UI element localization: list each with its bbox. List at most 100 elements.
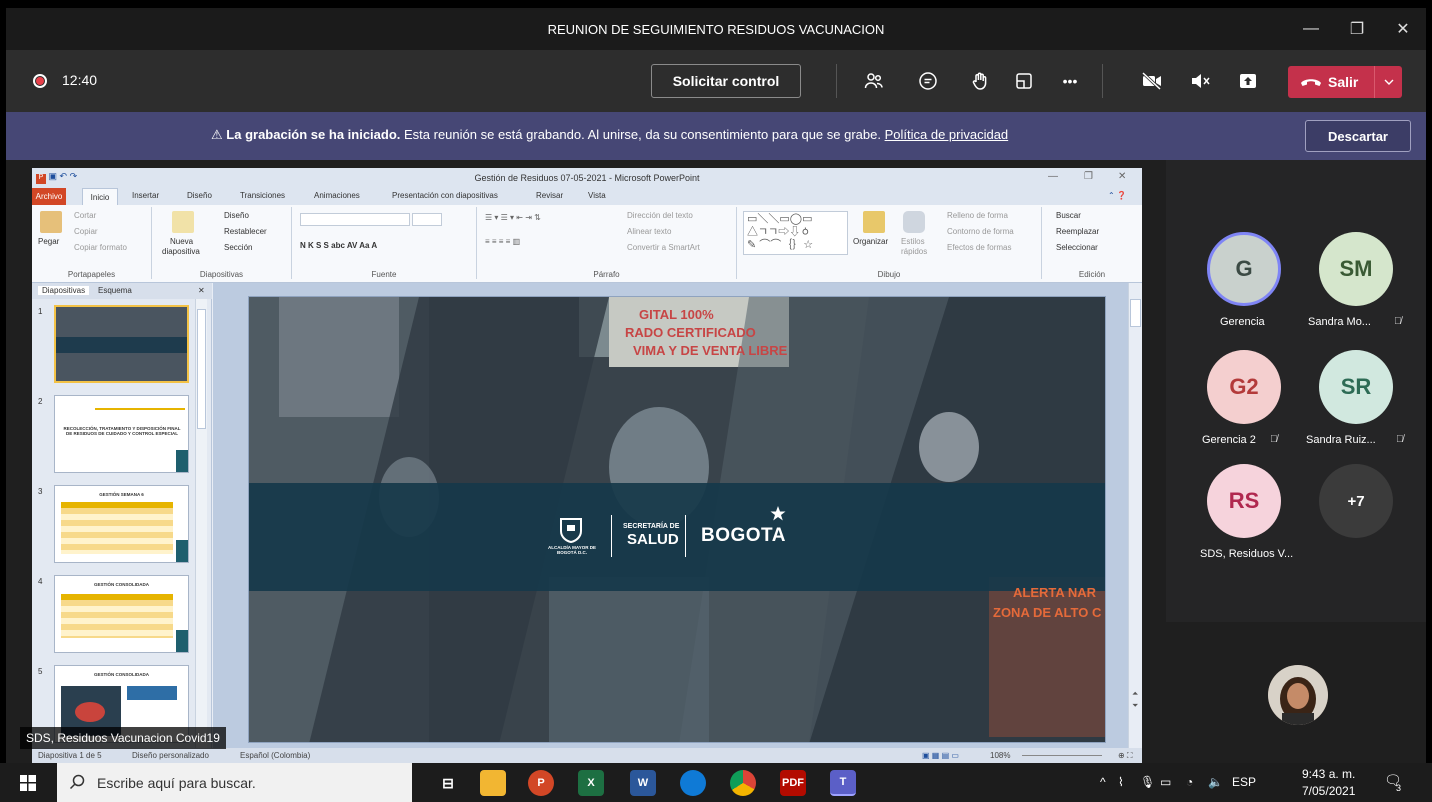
raise-hand-icon[interactable] [964, 65, 996, 97]
tab-animaciones[interactable]: Animaciones [314, 191, 360, 200]
pdf-taskbar-icon[interactable]: PDF [780, 770, 806, 796]
help-icon[interactable]: ⌃ ❓ [1108, 191, 1127, 200]
language-indicator[interactable]: ESP [1232, 775, 1256, 789]
ppt-maximize-icon[interactable]: ❐ [1084, 171, 1093, 182]
paste-button[interactable]: Pegar [38, 237, 59, 246]
file-explorer-icon[interactable] [480, 770, 506, 796]
clock-date[interactable]: 7/05/2021 [1302, 784, 1355, 798]
bold-italic-underline-icons[interactable]: N K S S abc AV Aa A [300, 241, 377, 250]
undo-icon[interactable]: ↶ [60, 171, 68, 181]
new-slide-label[interactable]: Nueva [170, 237, 193, 246]
avatar-sandra-ruiz[interactable]: SR [1319, 350, 1393, 424]
mic-tray-icon[interactable]: 🎙 [1140, 775, 1155, 789]
wifi-icon[interactable]: ◔ [1186, 775, 1193, 789]
show-hidden-icons[interactable]: ^ [1100, 775, 1106, 789]
new-slide-label-2[interactable]: diapositiva [162, 247, 200, 256]
prev-slide-icon[interactable]: ⏶ [1132, 689, 1138, 699]
select-button[interactable]: Seleccionar [1056, 243, 1098, 252]
teams-taskbar-icon[interactable]: T [830, 770, 856, 796]
smartart-button[interactable]: Convertir a SmartArt [627, 243, 700, 252]
shapes-gallery[interactable]: ▭＼＼▭◯▭ △ㄱㄱ⇨⇩ㆁ ✎ ⌒⌒｛｝☆ [743, 211, 848, 255]
tab-vista[interactable]: Vista [588, 191, 606, 200]
tab-diseno[interactable]: Diseño [187, 191, 212, 200]
next-slide-icon[interactable]: ⏷ [1132, 701, 1138, 711]
share-tray-icon[interactable] [1232, 65, 1264, 97]
chat-icon[interactable] [912, 65, 944, 97]
bullets-icons[interactable]: ☰ ▾ ☰ ▾ ⇤ ⇥ ⇅ [485, 213, 541, 222]
fit-window-icon[interactable]: ⊕ ⛶ [1118, 751, 1133, 761]
shape-fill-button[interactable]: Relleno de forma [947, 211, 1008, 220]
quick-access-toolbar[interactable]: P ▣ ↶ ↷ [36, 171, 77, 184]
reset-button[interactable]: Restablecer [224, 227, 267, 236]
more-participants[interactable]: +7 [1319, 464, 1393, 538]
font-size-select[interactable] [412, 213, 442, 226]
quick-styles-icon[interactable] [903, 211, 925, 233]
close-icon[interactable]: ✕ [1380, 8, 1426, 50]
maximize-icon[interactable]: ❐ [1334, 8, 1380, 50]
section-button[interactable]: Sección [224, 243, 252, 252]
excel-taskbar-icon[interactable]: X [578, 770, 604, 796]
volume-icon[interactable]: 🔈 [1208, 775, 1223, 789]
privacy-policy-link[interactable]: Política de privacidad [885, 127, 1009, 142]
slide-thumbnail-2[interactable]: RECOLECCIÓN, TRATAMIENTO Y DISPOSICIÓN F… [54, 395, 189, 473]
status-language[interactable]: Español (Colombia) [240, 751, 310, 760]
slide-thumbnail-1[interactable] [54, 305, 189, 383]
chrome-taskbar-icon[interactable] [730, 770, 756, 796]
shape-outline-button[interactable]: Contorno de forma [947, 227, 1014, 236]
more-options-icon[interactable]: ••• [1054, 65, 1086, 97]
arrange-button[interactable]: Organizar [853, 237, 888, 246]
new-slide-icon[interactable] [172, 211, 194, 233]
panel-scrollbar[interactable] [195, 299, 207, 748]
find-button[interactable]: Buscar [1056, 211, 1081, 220]
tab-slides[interactable]: Diapositivas [38, 286, 90, 295]
edge-taskbar-icon[interactable] [680, 770, 706, 796]
shape-effects-button[interactable]: Efectos de formas [947, 243, 1011, 252]
mic-muted-icon[interactable] [1184, 65, 1216, 97]
text-direction-button[interactable]: Dirección del texto [627, 211, 693, 220]
camera-off-icon[interactable] [1136, 65, 1168, 97]
quick-styles-button[interactable]: Estilos [901, 237, 925, 246]
self-video-thumbnail[interactable] [1268, 665, 1328, 725]
font-name-select[interactable] [300, 213, 410, 226]
zoom-slider[interactable] [1022, 755, 1102, 756]
tab-revisar[interactable]: Revisar [536, 191, 563, 200]
current-slide[interactable]: GITAL 100% RADO CERTIFICADO VIMA Y DE VE… [248, 296, 1106, 743]
battery-icon[interactable]: ▭ [1160, 775, 1171, 789]
avatar-sandra-mo[interactable]: SM [1319, 232, 1393, 306]
arrange-icon[interactable] [863, 211, 885, 233]
avatar-sds-residuos[interactable]: RS [1207, 464, 1281, 538]
network-icon[interactable]: ⌇ [1118, 775, 1124, 789]
leave-button[interactable]: Salir [1288, 66, 1402, 98]
zoom-level[interactable]: 108% [990, 751, 1010, 760]
dismiss-button[interactable]: Descartar [1305, 120, 1411, 152]
tab-insertar[interactable]: Insertar [132, 191, 159, 200]
scroll-thumb[interactable] [1130, 299, 1141, 327]
paste-icon[interactable] [40, 211, 62, 233]
breakout-rooms-icon[interactable] [1008, 65, 1040, 97]
clock-time[interactable]: 9:43 a. m. [1302, 767, 1355, 781]
taskbar-search[interactable]: Escribe aquí para buscar. [57, 763, 412, 802]
layout-button[interactable]: Diseño [224, 211, 249, 220]
redo-icon[interactable]: ↷ [70, 171, 78, 181]
tab-transiciones[interactable]: Transiciones [240, 191, 285, 200]
windows-start-icon[interactable] [20, 775, 36, 791]
participants-icon[interactable] [858, 65, 890, 97]
tab-outline[interactable]: Esquema [98, 286, 132, 295]
minimize-icon[interactable]: — [1288, 8, 1334, 50]
slide-thumbnail-4[interactable]: GESTIÓN CONSOLIDADA [54, 575, 189, 653]
avatar-gerencia[interactable]: G [1207, 232, 1281, 306]
slide-thumbnail-3[interactable]: GESTIÓN SEMANA 6 [54, 485, 189, 563]
tab-archivo[interactable]: Archivo [32, 188, 66, 205]
copy-button[interactable]: Copiar [74, 227, 98, 236]
edit-scrollbar[interactable]: ⏶ ⏷ [1128, 283, 1142, 748]
save-icon[interactable]: ▣ [49, 171, 58, 181]
format-painter-button[interactable]: Copiar formato [74, 243, 127, 252]
replace-button[interactable]: Reemplazar [1056, 227, 1099, 236]
tab-inicio[interactable]: Inicio [82, 188, 118, 205]
avatar-gerencia-2[interactable]: G2 [1207, 350, 1281, 424]
word-taskbar-icon[interactable]: W [630, 770, 656, 796]
powerpoint-taskbar-icon[interactable]: P [528, 770, 554, 796]
scroll-thumb[interactable] [197, 309, 206, 429]
cut-button[interactable]: Cortar [74, 211, 96, 220]
chevron-down-icon[interactable] [1374, 66, 1402, 98]
